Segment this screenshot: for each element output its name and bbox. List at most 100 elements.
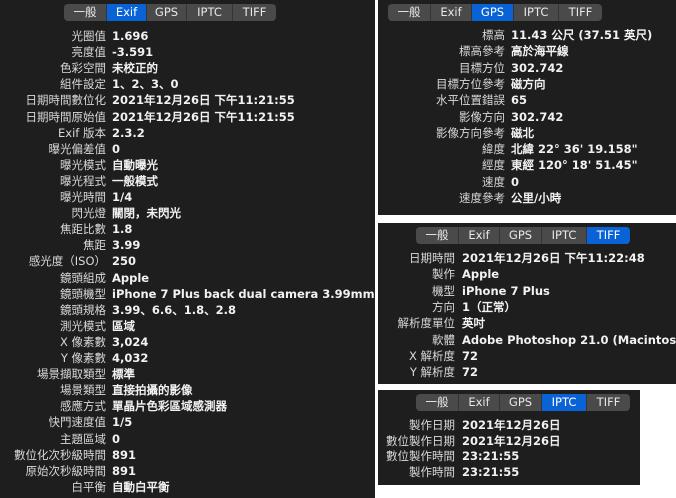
property-label-box: 曝光時間 [0, 189, 106, 205]
tab-exif[interactable]: Exif [458, 227, 499, 244]
property-label: 曝光偏差值 [48, 141, 107, 156]
property-label: 曝光模式 [60, 157, 106, 172]
property-label-box: 緯度 [378, 141, 505, 157]
property-value: 891 [112, 463, 137, 478]
property-label: X 解析度 [408, 348, 455, 363]
property-row: 閃光燈 關閉，未閃光 [0, 205, 375, 221]
property-value: Apple [112, 270, 150, 285]
property-value: 東經 120° 18' 51.45" [511, 158, 638, 173]
property-row: 感光度（ISO） 250 [0, 253, 375, 269]
tab-tiff[interactable]: TIFF [586, 394, 630, 411]
tab-general[interactable]: 一般 [388, 4, 430, 21]
property-row: 感應方式 單晶片色彩區域感測器 [0, 398, 375, 414]
property-label-box: 場景類型 [0, 382, 106, 398]
property-label-box: 製作日期 [378, 417, 455, 433]
property-label-box: Y 像素數 [0, 350, 106, 366]
property-label-box: 快門速度值 [0, 414, 107, 430]
property-label-box: 數位製作日期 [378, 433, 455, 449]
tab-tiff[interactable]: TIFF [232, 4, 276, 21]
property-value: 72 [462, 348, 479, 363]
property-label-box: 閃光燈 [0, 205, 107, 221]
property-row: 影像方向 302.742 [378, 109, 676, 125]
property-label-box: X 解析度 [378, 348, 455, 364]
tab-exif[interactable]: Exif [458, 394, 499, 411]
tab-general[interactable]: 一般 [64, 4, 106, 21]
tab-exif[interactable]: Exif [430, 4, 471, 21]
property-value: 302.742 [511, 109, 564, 124]
property-row: 場景類型 直接拍攝的影像 [0, 382, 375, 398]
property-value: 1.696 [112, 29, 149, 43]
property-label-box: 感應方式 [0, 398, 106, 414]
property-row: 方向 1（正常） [378, 299, 676, 315]
tab-general[interactable]: 一般 [416, 227, 458, 244]
property-label: 機型 [432, 283, 455, 298]
property-label-box: 鏡頭組成 [0, 270, 106, 286]
property-row: 鏡頭組成 Apple [0, 270, 375, 286]
tab-exif[interactable]: Exif [106, 4, 146, 21]
tiff-inspector-panel: 一般 Exif GPS IPTC TIFF 日期時間 2021年12月26日 下午… [378, 223, 676, 384]
property-label: 目標方位參考 [436, 76, 505, 91]
tab-tiff[interactable]: TIFF [586, 227, 630, 244]
tab-gps[interactable]: GPS [471, 4, 513, 21]
property-label: 影像方向 [459, 109, 505, 124]
property-row: 曝光程式 一般模式 [0, 173, 375, 189]
property-row: Exif 版本 2.3.2 [0, 125, 375, 141]
property-value: 3,024 [112, 334, 149, 349]
property-label: 目標方位 [459, 60, 505, 75]
property-value: 自動曝光 [112, 157, 158, 172]
property-value: iPhone 7 Plus back dual camera 3.99mm f/… [112, 286, 375, 301]
property-value: -3.591 [112, 45, 154, 60]
property-label: 亮度值 [71, 45, 107, 60]
property-row: 目標方位參考 磁方向 [378, 76, 676, 92]
property-label-box: 速度 [378, 174, 505, 190]
property-label: 測光模式 [60, 318, 106, 333]
property-label-box: 焦距 [0, 237, 106, 253]
property-label: 數位製作日期 [386, 433, 455, 448]
property-label: 水平位置錯誤 [436, 93, 505, 108]
property-label-box: 解析度單位 [378, 315, 456, 331]
property-label: 焦距比數 [60, 222, 106, 237]
tab-iptc[interactable]: IPTC [513, 4, 558, 21]
property-label-box: 目標方位 [378, 60, 505, 76]
property-label: 主題區域 [60, 431, 106, 446]
property-value: 891 [112, 447, 137, 462]
property-label: 緯度 [482, 142, 505, 157]
property-label-box: 影像方向參考 [378, 125, 505, 141]
property-value: 1、2、3、0 [112, 77, 179, 92]
property-label: 白平衡 [71, 479, 107, 494]
property-label: 組件設定 [60, 77, 106, 92]
property-value: Adobe Photoshop 21.0 (Macintosh) [462, 332, 676, 347]
property-value: 一般模式 [112, 173, 158, 188]
property-row: 白平衡 自動白平衡 [0, 479, 375, 495]
property-label: 場景類型 [60, 383, 106, 398]
property-label: 軟體 [432, 332, 455, 347]
property-row: 快門速度值 1/5 [0, 414, 375, 430]
property-label: 場景擷取類型 [37, 367, 106, 382]
tab-general[interactable]: 一般 [416, 394, 458, 411]
property-value: 關閉，未閃光 [112, 206, 181, 221]
tab-gps[interactable]: GPS [499, 394, 541, 411]
property-value: 直接拍攝的影像 [112, 383, 193, 398]
property-label-box: 經度 [378, 157, 505, 173]
property-label-box: 主題區域 [0, 431, 106, 447]
tab-gps[interactable]: GPS [146, 4, 186, 21]
tab-iptc[interactable]: IPTC [541, 394, 586, 411]
tab-bar: 一般 Exif GPS IPTC TIFF [64, 4, 276, 21]
property-row: 主題區域 0 [0, 431, 375, 447]
property-label: 製作 [432, 267, 455, 282]
property-value: 1.8 [112, 222, 133, 237]
property-label: 製作日期 [409, 418, 455, 432]
tab-iptc[interactable]: IPTC [541, 227, 586, 244]
property-value: 1/5 [112, 415, 133, 430]
tab-iptc[interactable]: IPTC [186, 4, 232, 21]
property-value: 3.99、6.6、1.8、2.8 [112, 302, 236, 317]
property-label: Y 像素數 [60, 351, 106, 365]
tab-tiff[interactable]: TIFF [558, 4, 602, 21]
property-row: 製作時間 23:21:55 [378, 464, 640, 480]
property-value: 標準 [112, 367, 135, 382]
property-label: 日期時間數位化 [25, 93, 107, 108]
property-label: 數位製作時間 [386, 449, 455, 463]
property-label: 鏡頭組成 [60, 270, 106, 285]
property-label-box: 曝光偏差值 [0, 141, 107, 157]
tab-gps[interactable]: GPS [499, 227, 541, 244]
